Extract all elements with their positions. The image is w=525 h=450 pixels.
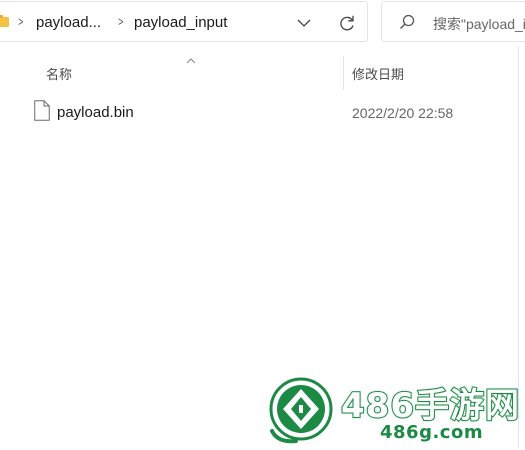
chevron-right-icon[interactable]: > xyxy=(18,14,23,29)
file-name[interactable]: payload.bin xyxy=(57,104,134,121)
breadcrumb-item[interactable]: payload... xyxy=(36,14,101,31)
folder-icon xyxy=(0,15,9,27)
search-input[interactable]: 搜索"payload_input" xyxy=(381,1,525,42)
chevron-down-icon[interactable] xyxy=(293,12,315,34)
search-placeholder[interactable]: 搜索"payload_input" xyxy=(433,14,525,34)
column-header-row: 名称 修改日期 xyxy=(0,52,525,90)
sort-up-icon xyxy=(184,52,198,64)
column-header-modified[interactable]: 修改日期 xyxy=(352,64,404,83)
chevron-right-icon[interactable]: > xyxy=(118,14,123,29)
column-header-name[interactable]: 名称 xyxy=(46,64,72,83)
file-row[interactable]: payload.bin 2022/2/20 22:58 xyxy=(24,98,525,128)
address-bar[interactable]: > payload... > payload_input xyxy=(0,1,368,42)
refresh-icon[interactable] xyxy=(336,12,358,34)
file-modified-date: 2022/2/20 22:58 xyxy=(352,105,454,121)
breadcrumb-item[interactable]: payload_input xyxy=(134,14,227,31)
file-icon xyxy=(34,100,50,121)
watermark-title: 486手游网 xyxy=(340,385,520,427)
column-divider[interactable] xyxy=(343,56,344,90)
watermark-subtitle: 486g.com xyxy=(380,422,484,443)
search-icon[interactable] xyxy=(398,13,416,31)
toolbar: > payload... > payload_input 搜索"payload_… xyxy=(0,0,525,46)
watermark: 486手游网 486g.com xyxy=(268,372,525,448)
486-logo xyxy=(268,375,336,445)
